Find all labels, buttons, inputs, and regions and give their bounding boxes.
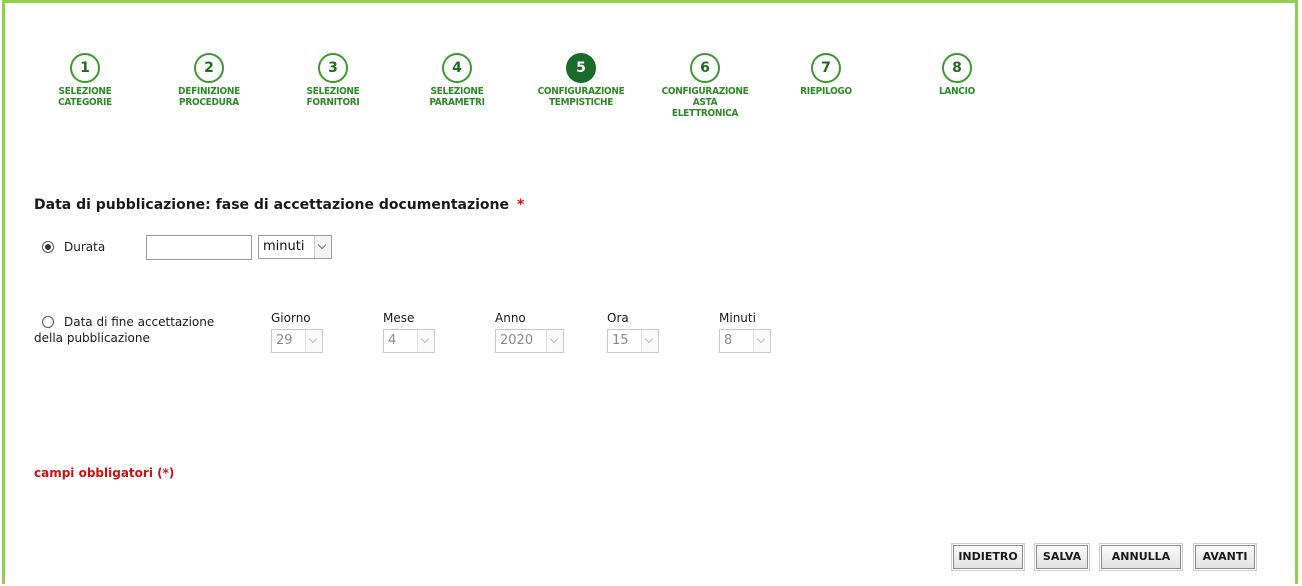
wizard-step-2[interactable]: 2 DEFINIZIONE PROCEDURA [154, 53, 264, 108]
duration-input[interactable] [146, 235, 252, 260]
duration-unit-select[interactable]: minuti [258, 235, 332, 259]
day-select[interactable]: 29 [271, 329, 323, 353]
step-label: SELEZIONE CATEGORIE [58, 86, 112, 108]
wizard-step-6[interactable]: 6 CONFIGURAZIONE ASTA ELETTRONICA [650, 53, 760, 119]
step-number: 6 [690, 53, 720, 83]
minute-select[interactable]: 8 [719, 329, 771, 353]
next-button[interactable]: AVANTI [1193, 543, 1257, 571]
end-date-radio[interactable] [42, 316, 54, 328]
cancel-button[interactable]: ANNULLA [1099, 543, 1183, 571]
step-label: RIEPILOGO [800, 86, 852, 97]
duration-label: Durata [64, 240, 106, 254]
day-label: Giorno [271, 311, 311, 325]
wizard-step-1[interactable]: 1 SELEZIONE CATEGORIE [30, 53, 140, 108]
wizard-step-5[interactable]: 5 CONFIGURAZIONE TEMPISTICHE [526, 53, 636, 108]
hour-value: 15 [612, 333, 629, 348]
step-label: LANCIO [938, 86, 976, 97]
step-label: CONFIGURAZIONE ASTA ELETTRONICA [661, 86, 749, 119]
chevron-down-icon [546, 330, 563, 352]
hour-select[interactable]: 15 [607, 329, 659, 353]
chevron-down-icon [314, 236, 331, 258]
step-label: DEFINIZIONE PROCEDURA [178, 86, 240, 108]
step-number: 1 [70, 53, 100, 83]
duration-radio[interactable] [42, 241, 54, 253]
year-value: 2020 [500, 333, 534, 348]
chevron-down-icon [417, 330, 434, 352]
required-asterisk: * [516, 197, 525, 213]
step-label: CONFIGURAZIONE TEMPISTICHE [537, 86, 625, 108]
minute-label: Minuti [719, 311, 756, 325]
year-label: Anno [495, 311, 526, 325]
month-label: Mese [383, 311, 415, 325]
year-select[interactable]: 2020 [495, 329, 564, 353]
wizard-step-3[interactable]: 3 SELEZIONE FORNITORI [278, 53, 388, 108]
wizard-step-8[interactable]: 8 LANCIO [902, 53, 1012, 97]
chevron-down-icon [753, 330, 770, 352]
required-fields-note: campi obbligatori (*) [34, 466, 175, 480]
end-date-label-line1: Data di fine accettazione [64, 315, 215, 329]
step-number: 4 [442, 53, 472, 83]
day-value: 29 [276, 333, 293, 348]
wizard-step-7[interactable]: 7 RIEPILOGO [771, 53, 881, 97]
save-button[interactable]: SALVA [1034, 543, 1090, 571]
chevron-down-icon [641, 330, 658, 352]
hour-label: Ora [607, 311, 629, 325]
step-number: 3 [318, 53, 348, 83]
step-number: 2 [194, 53, 224, 83]
month-value: 4 [388, 333, 397, 348]
end-date-label-line2: della pubblicazione [34, 331, 150, 345]
step-label: SELEZIONE PARAMETRI [429, 86, 485, 108]
step-number: 7 [811, 53, 841, 83]
step-label: SELEZIONE FORNITORI [306, 86, 360, 108]
duration-unit-value: minuti [263, 239, 305, 254]
minute-value: 8 [724, 333, 733, 348]
section-title: Data di pubblicazione: fase di accettazi… [34, 197, 524, 213]
step-number: 8 [942, 53, 972, 83]
step-number: 5 [566, 53, 596, 83]
wizard-step-4[interactable]: 4 SELEZIONE PARAMETRI [402, 53, 512, 108]
month-select[interactable]: 4 [383, 329, 435, 353]
chevron-down-icon [305, 330, 322, 352]
section-title-text: Data di pubblicazione: fase di accettazi… [34, 197, 509, 213]
back-button[interactable]: INDIETRO [951, 543, 1025, 571]
